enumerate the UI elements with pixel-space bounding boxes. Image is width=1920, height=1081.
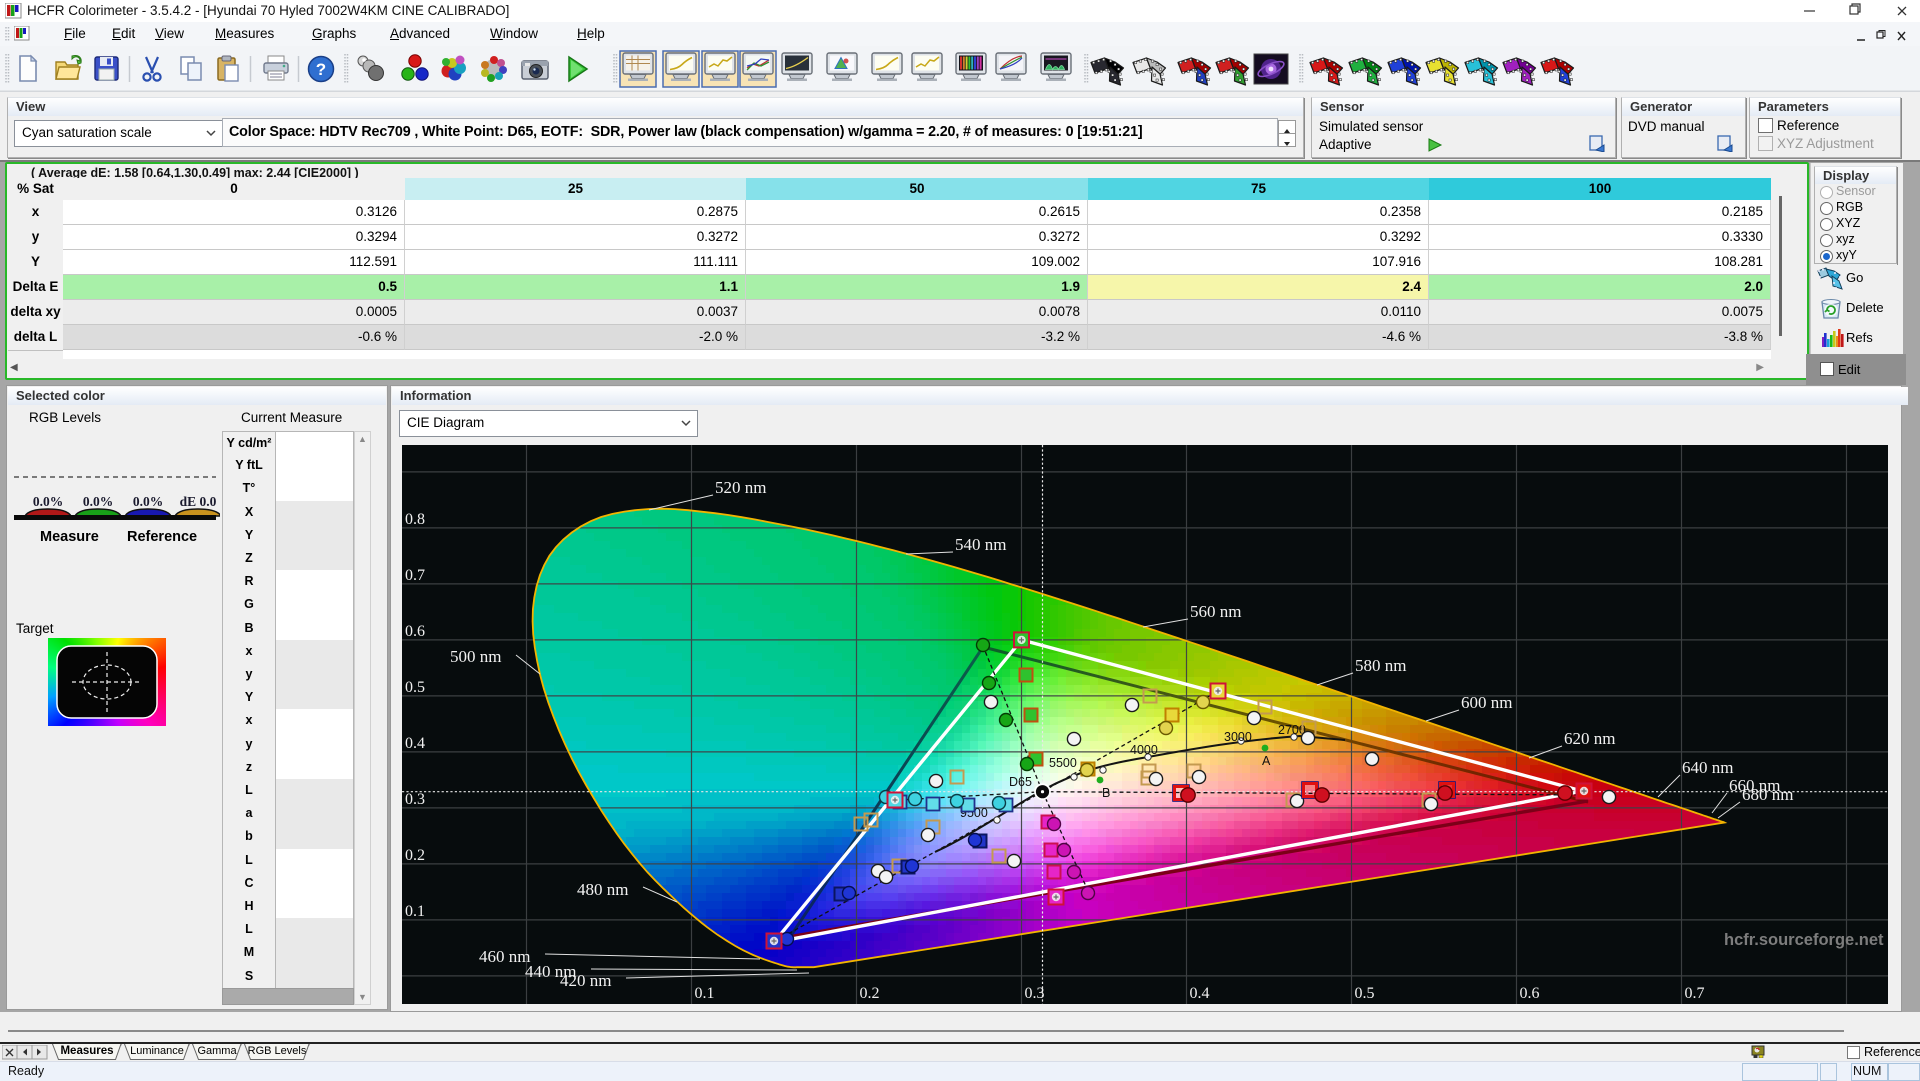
- svg-text:460 nm: 460 nm: [479, 947, 530, 966]
- svg-text:0.6: 0.6: [405, 623, 425, 640]
- svg-text:520 nm: 520 nm: [715, 478, 766, 497]
- svg-text:hcfr.sourceforge.net: hcfr.sourceforge.net: [1724, 931, 1884, 949]
- svg-text:dE 0.0: dE 0.0: [180, 494, 217, 509]
- svg-text:0.1: 0.1: [405, 903, 425, 920]
- svg-text:0.6: 0.6: [1520, 985, 1540, 1002]
- svg-text:0.4: 0.4: [405, 735, 425, 752]
- svg-text:0.1: 0.1: [695, 985, 715, 1002]
- svg-text:0.0%: 0.0%: [83, 494, 113, 509]
- svg-text:640 nm: 640 nm: [1682, 758, 1733, 777]
- svg-text:560 nm: 560 nm: [1190, 602, 1241, 621]
- svg-text:0.0%: 0.0%: [133, 494, 163, 509]
- svg-text:580 nm: 580 nm: [1355, 656, 1406, 675]
- svg-text:0.7: 0.7: [1685, 985, 1705, 1002]
- svg-text:4000: 4000: [1130, 743, 1158, 757]
- svg-text:0.2: 0.2: [860, 985, 880, 1002]
- svg-text:A: A: [1262, 754, 1271, 768]
- svg-text:0.5: 0.5: [1355, 985, 1375, 1002]
- svg-text:0.3: 0.3: [1025, 985, 1045, 1002]
- svg-text:420 nm: 420 nm: [560, 971, 611, 990]
- svg-text:0.5: 0.5: [405, 679, 425, 696]
- svg-text:D65: D65: [1009, 775, 1032, 789]
- svg-text:620 nm: 620 nm: [1564, 729, 1615, 748]
- svg-text:5500: 5500: [1049, 756, 1077, 770]
- svg-text:0.0%: 0.0%: [33, 494, 63, 509]
- svg-text:480 nm: 480 nm: [577, 880, 628, 899]
- svg-text:500 nm: 500 nm: [450, 647, 501, 666]
- svg-text:680 nm: 680 nm: [1742, 785, 1793, 804]
- svg-text:0.3: 0.3: [405, 791, 425, 808]
- svg-text:540 nm: 540 nm: [955, 535, 1006, 554]
- svg-text:3000: 3000: [1224, 730, 1252, 744]
- svg-text:0.8: 0.8: [405, 511, 425, 528]
- svg-text:0.7: 0.7: [405, 567, 425, 584]
- svg-text:600 nm: 600 nm: [1461, 693, 1512, 712]
- svg-text:0.4: 0.4: [1190, 985, 1210, 1002]
- svg-text:B: B: [1102, 786, 1110, 800]
- svg-text:0.2: 0.2: [405, 847, 425, 864]
